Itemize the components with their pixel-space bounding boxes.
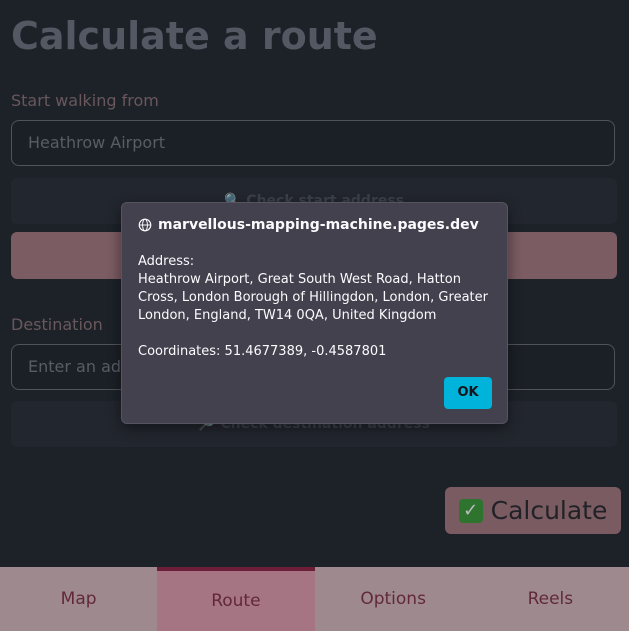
tab-options[interactable]: Options (315, 567, 472, 631)
tab-map[interactable]: Map (0, 567, 157, 631)
tab-route[interactable]: Route (157, 567, 315, 631)
dialog-message: Address: Heathrow Airport, Great South W… (138, 254, 488, 359)
bottom-tab-bar: Map Route Options Reels (0, 567, 629, 631)
ok-button[interactable]: OK (444, 377, 492, 409)
dialog-header: marvellous-mapping-machine.pages.dev (138, 217, 491, 233)
tab-reels[interactable]: Reels (472, 567, 629, 631)
dialog-origin: marvellous-mapping-machine.pages.dev (158, 217, 479, 233)
globe-icon (138, 218, 152, 232)
alert-dialog: marvellous-mapping-machine.pages.dev Add… (121, 202, 508, 424)
